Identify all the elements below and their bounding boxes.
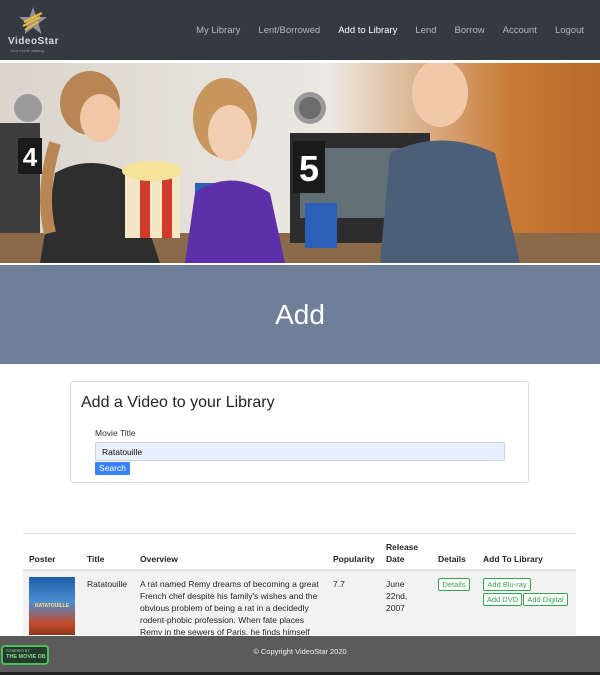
poster-title-text: RATATOUILLE xyxy=(34,603,70,609)
hero-image: 4 5 xyxy=(0,63,600,263)
page-banner: Add xyxy=(0,265,600,364)
overview-line: Remy in the sewers of Paris, he finds hi… xyxy=(140,627,310,635)
header-title: Title xyxy=(87,554,105,564)
overview-line: French chef despite his family's wishes … xyxy=(140,591,318,601)
header-popularity: Popularity xyxy=(333,554,375,564)
footer: POWERED BY THE MOVIE DB © Copyright Vide… xyxy=(0,636,600,675)
results-table: Poster Title Overview Popularity Release… xyxy=(23,533,576,635)
nav-menu: My Library Lent/Borrowed Add to Library … xyxy=(196,0,584,60)
nav-add-to-library[interactable]: Add to Library xyxy=(338,25,397,36)
movie-title-input[interactable] xyxy=(95,442,505,461)
header-add-to-library: Add To Library xyxy=(483,554,543,564)
add-bluray-button[interactable]: Add Blu-ray xyxy=(483,578,531,591)
table-row: RATATOUILLE Ratatouille A rat named Remy… xyxy=(23,571,576,635)
table-header: Poster Title Overview Popularity Release… xyxy=(23,534,576,571)
add-video-card: Add a Video to your Library Movie Title … xyxy=(70,381,529,483)
booth-sign-5: 5 xyxy=(299,148,319,189)
nav-lent-borrowed[interactable]: Lent/Borrowed xyxy=(258,25,320,36)
brand-tagline: Your movie catalog xyxy=(10,48,44,53)
nav-borrow[interactable]: Borrow xyxy=(455,25,485,36)
overview-line: obvious problem of being a rat in a deci… xyxy=(140,603,309,613)
star-logo-icon xyxy=(19,7,47,34)
release-date-line: 2007 xyxy=(386,603,405,613)
add-digital-button[interactable]: Add Digital xyxy=(523,593,568,606)
header-release-line2: Date xyxy=(386,554,405,564)
nav-my-library[interactable]: My Library xyxy=(196,25,240,36)
search-button[interactable]: Search xyxy=(95,462,130,475)
brand-name: VideoStar xyxy=(8,36,59,47)
add-dvd-button[interactable]: Add DVD xyxy=(483,593,522,606)
movie-title: Ratatouille xyxy=(87,579,128,589)
nav-lend[interactable]: Lend xyxy=(415,25,436,36)
navbar: VideoStar Your movie catalog My Library … xyxy=(0,0,600,60)
card-title: Add a Video to your Library xyxy=(81,394,275,411)
header-overview: Overview xyxy=(140,554,178,564)
details-button[interactable]: Details xyxy=(438,578,470,591)
header-poster: Poster xyxy=(29,554,56,564)
nav-logout[interactable]: Logout xyxy=(555,25,584,36)
booth-sign-4: 4 xyxy=(23,142,38,172)
release-date-line: 22nd, xyxy=(386,591,408,601)
popularity-value: 7.7 xyxy=(333,579,345,589)
nav-account[interactable]: Account xyxy=(503,25,537,36)
brand-logo[interactable]: VideoStar Your movie catalog xyxy=(8,6,68,53)
movie-title-label: Movie Title xyxy=(95,428,136,438)
movie-poster: RATATOUILLE xyxy=(29,577,75,635)
overview-line: rodent-phobic profession. When fate plac… xyxy=(140,615,304,625)
overview-line: A rat named Remy dreams of becoming a gr… xyxy=(140,579,319,589)
header-details: Details xyxy=(438,554,466,564)
release-date-line: June xyxy=(386,579,405,589)
page-title: Add xyxy=(275,298,325,330)
copyright-text: © Copyright VideoStar 2020 xyxy=(253,647,347,656)
